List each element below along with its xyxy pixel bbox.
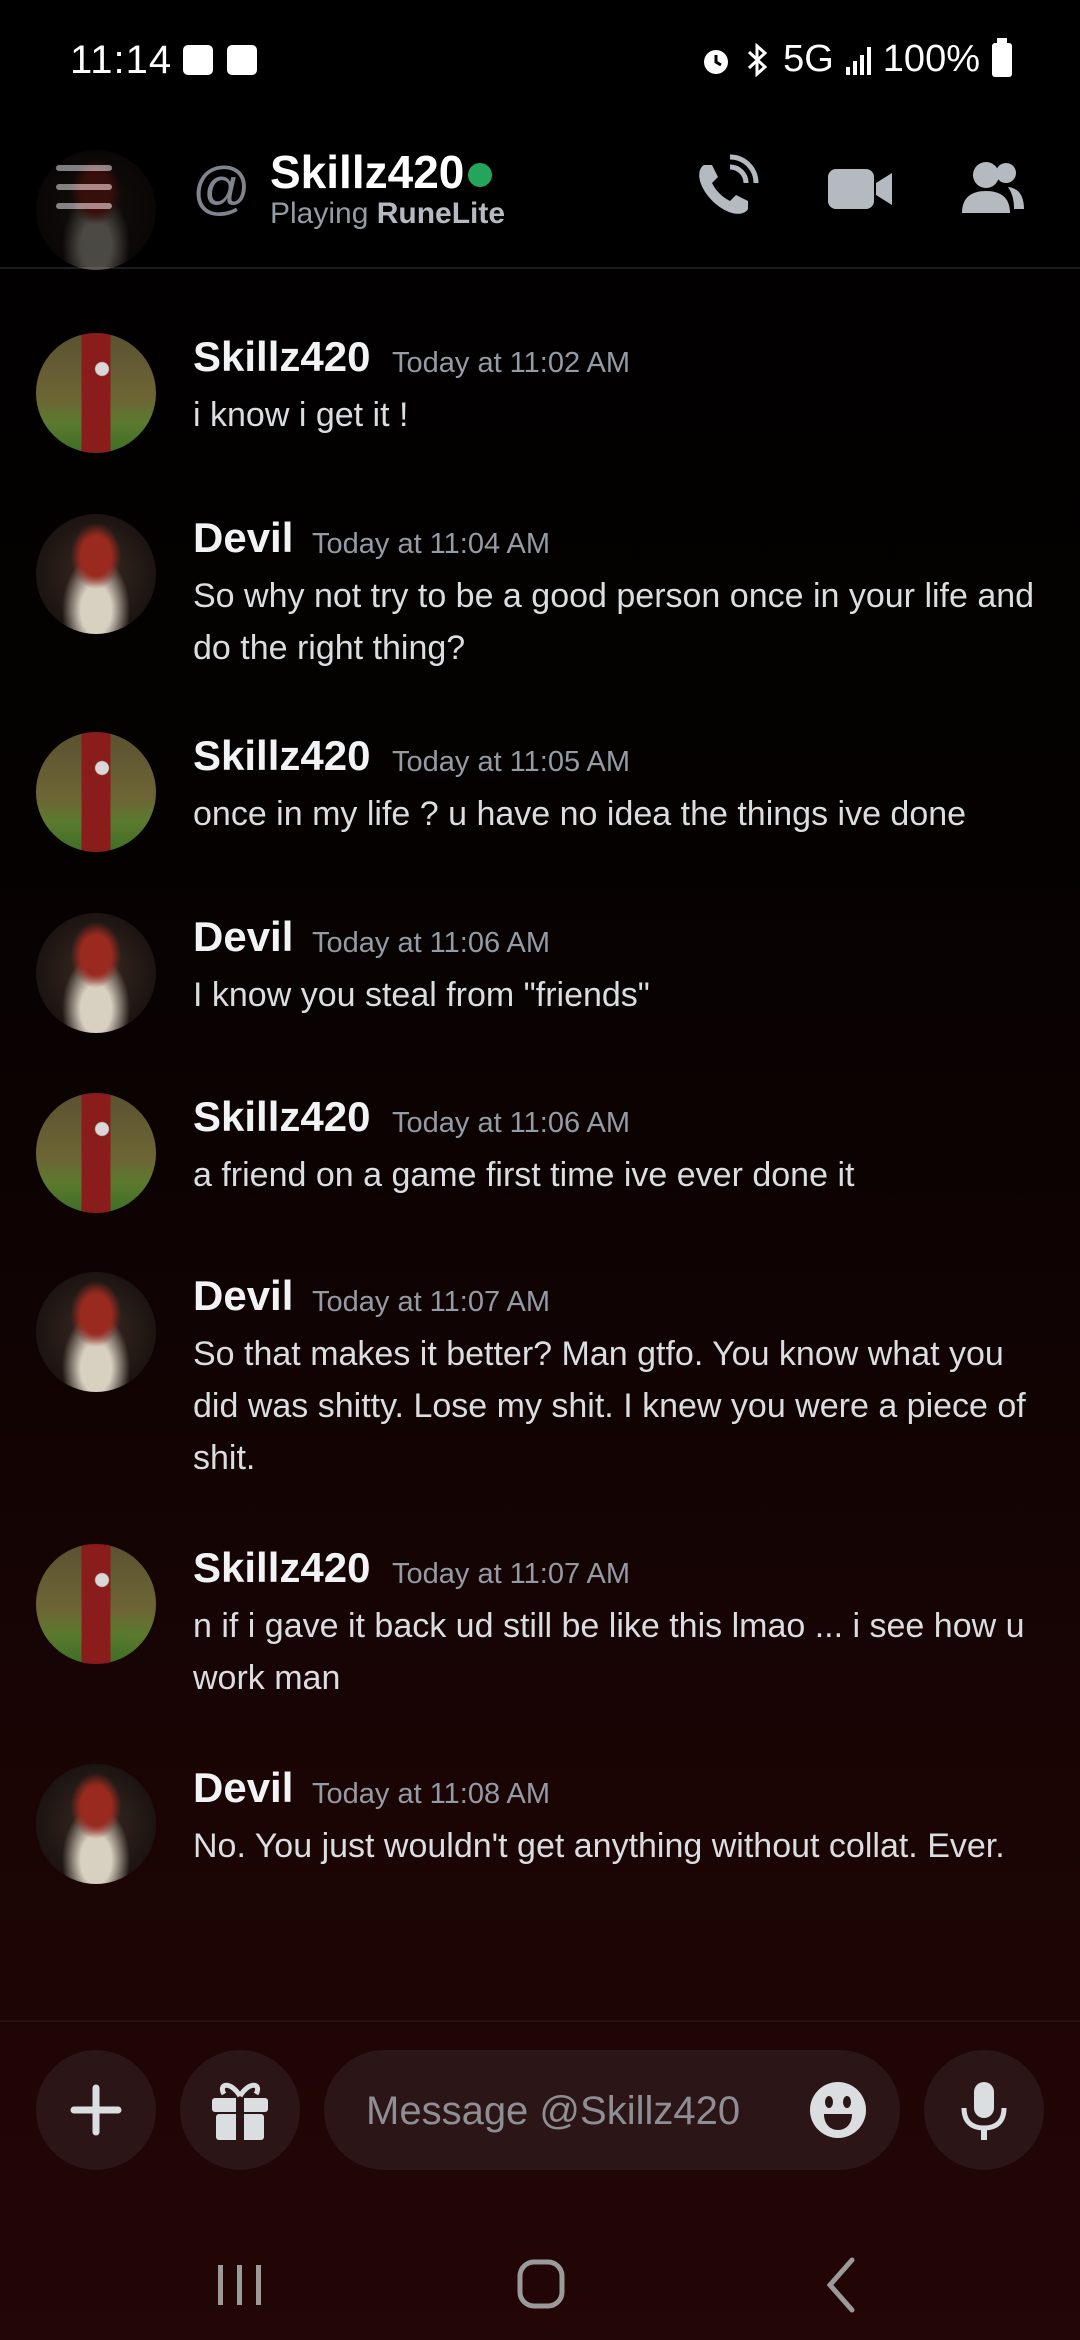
notification-app-icon <box>183 45 213 75</box>
message-content: No. You just wouldn't get anything witho… <box>193 1827 1005 1865</box>
system-navigation-bar <box>0 2220 1080 2340</box>
message-author[interactable]: Devil <box>193 1272 293 1320</box>
avatar[interactable] <box>36 514 156 634</box>
message-content: i know i get it ! <box>193 396 409 434</box>
phone-call-icon[interactable] <box>690 153 760 223</box>
message-content: once in my life ? u have no idea the thi… <box>193 795 967 833</box>
message-content: I know you steal from "friends" <box>193 976 650 1014</box>
emoji-icon[interactable] <box>808 2080 868 2140</box>
message-author[interactable]: Devil <box>193 514 293 562</box>
activity-game: RuneLite <box>376 197 506 230</box>
activity-status: Playing RuneLite <box>270 197 505 231</box>
dm-at-icon: @ <box>192 156 251 221</box>
message-author[interactable]: Skillz420 <box>193 732 370 780</box>
message-author[interactable]: Devil <box>193 1764 293 1812</box>
add-attachment-button[interactable] <box>36 2050 156 2170</box>
battery-icon <box>992 37 1012 77</box>
avatar[interactable] <box>36 732 156 852</box>
message-timestamp: Today at 11:07 AM <box>312 1286 551 1318</box>
message-author[interactable]: Skillz420 <box>193 1544 370 1592</box>
message-input[interactable] <box>364 2050 798 2172</box>
plus-icon <box>70 2084 122 2136</box>
video-camera-icon[interactable] <box>826 153 896 223</box>
signal-icon <box>845 45 871 75</box>
voice-message-button[interactable] <box>924 2050 1044 2170</box>
avatar[interactable] <box>36 1764 156 1884</box>
message-content: n if i gave it back ud still be like thi… <box>193 1607 1025 1697</box>
microphone-icon <box>961 2082 1007 2140</box>
battery-percent: 100% <box>882 38 980 80</box>
avatar[interactable] <box>36 150 156 270</box>
dm-username[interactable]: Skillz420 <box>270 145 464 199</box>
dm-header: @ Skillz420 Playing RuneLite <box>0 125 1080 269</box>
status-right-icons: 5G 100% <box>699 37 1012 81</box>
status-time: 11:14 <box>70 38 173 82</box>
message-author[interactable]: Skillz420 <box>193 333 370 381</box>
message-content: a friend on a game first time ive ever d… <box>193 1156 855 1194</box>
members-icon[interactable] <box>958 153 1028 223</box>
avatar[interactable] <box>36 913 156 1033</box>
network-label: 5G <box>783 38 834 80</box>
gift-button[interactable] <box>180 2050 300 2170</box>
avatar[interactable] <box>36 1093 156 1213</box>
status-bar: 11:14 5G 100% <box>0 0 1080 125</box>
message-timestamp: Today at 11:06 AM <box>392 1107 631 1139</box>
message-timestamp: Today at 11:06 AM <box>312 927 551 959</box>
message-input-wrapper <box>324 2050 900 2172</box>
message-content: So why not try to be a good person once … <box>193 577 1035 667</box>
message-timestamp: Today at 11:02 AM <box>392 347 631 379</box>
avatar[interactable] <box>36 1272 156 1392</box>
message-author[interactable]: Devil <box>193 913 293 961</box>
online-status-icon <box>468 163 492 187</box>
message-timestamp: Today at 11:04 AM <box>312 528 551 560</box>
message-author[interactable]: Skillz420 <box>193 1093 370 1141</box>
activity-prefix: Playing <box>270 197 377 230</box>
back-icon[interactable] <box>800 2250 880 2320</box>
message-content: So that makes it better? Man gtfo. You k… <box>193 1335 1026 1477</box>
message-composer <box>0 2020 1080 2222</box>
status-notification-icons <box>183 45 257 75</box>
message-timestamp: Today at 11:07 AM <box>392 1558 631 1590</box>
gift-icon <box>212 2082 268 2142</box>
avatar[interactable] <box>36 333 156 453</box>
avatar[interactable] <box>36 1544 156 1664</box>
gallery-notification-icon <box>227 45 257 75</box>
home-icon[interactable] <box>500 2250 580 2320</box>
recent-apps-icon[interactable] <box>200 2250 280 2320</box>
alarm-icon <box>704 49 729 74</box>
message-timestamp: Today at 11:08 AM <box>312 1778 551 1810</box>
bluetooth-icon <box>748 42 768 77</box>
message-timestamp: Today at 11:05 AM <box>392 746 631 778</box>
